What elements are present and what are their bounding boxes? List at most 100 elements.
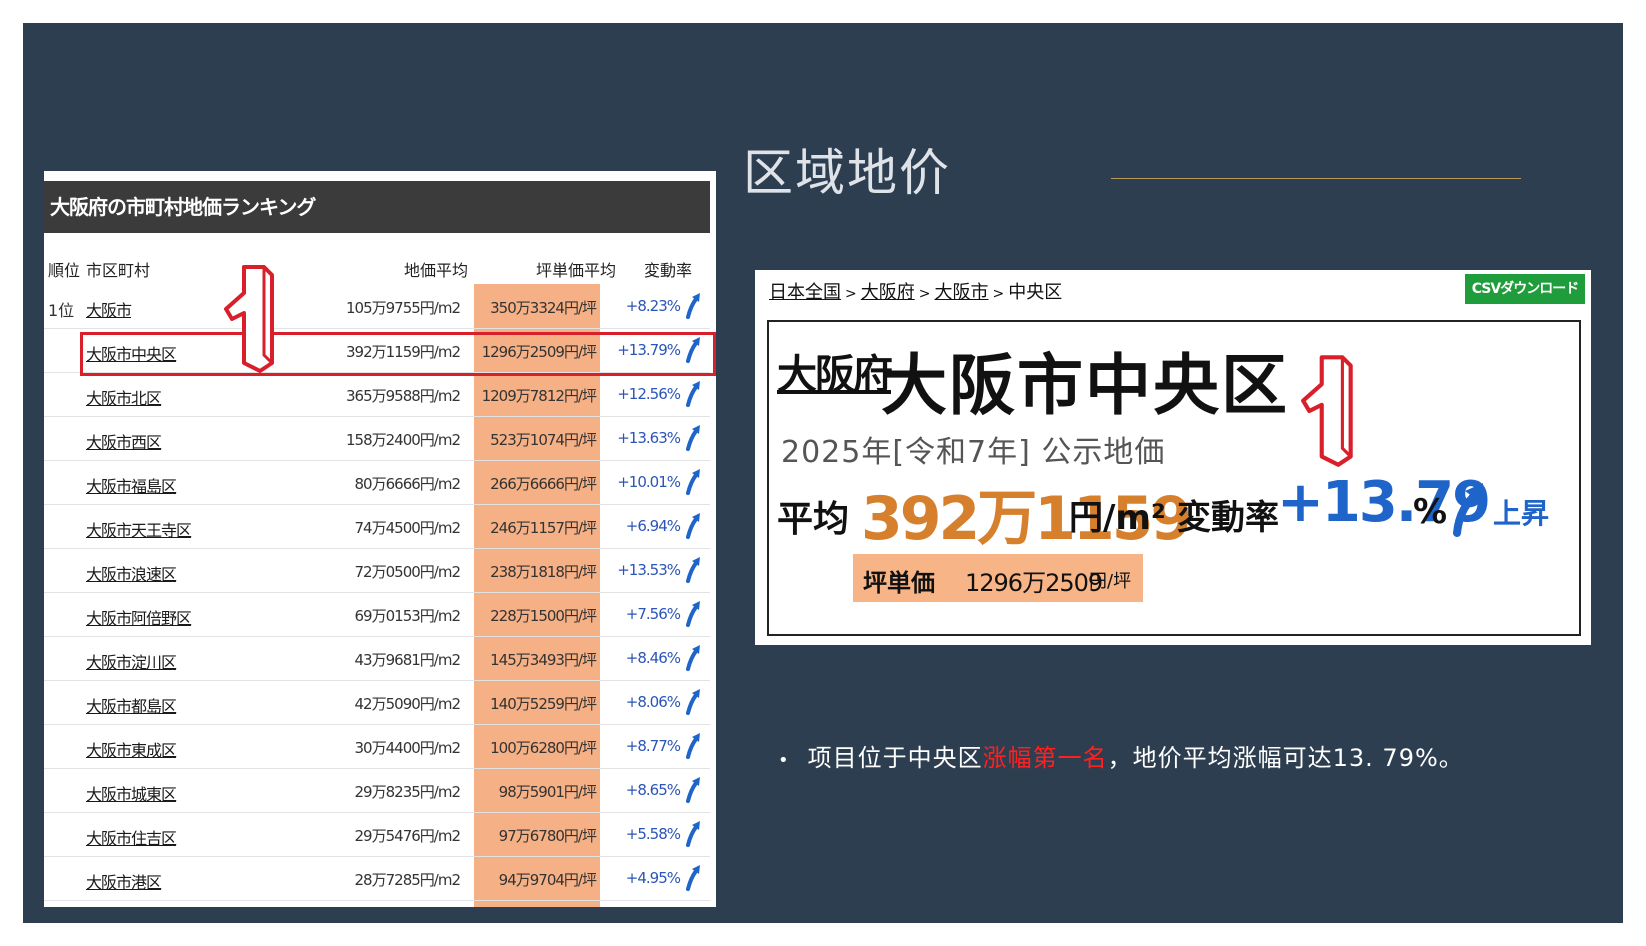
up-arrow-icon bbox=[686, 821, 700, 847]
breadcrumb-japan[interactable]: 日本全国 bbox=[769, 282, 841, 303]
rank-cell: 1位 bbox=[48, 301, 75, 320]
up-arrow-icon bbox=[686, 513, 700, 539]
big-number-one-icon bbox=[1301, 355, 1353, 467]
up-arrow-icon bbox=[686, 689, 700, 715]
table-row: 大阪市福島区 80万6666円/m2 266万6666円/坪 +10.01% bbox=[44, 461, 710, 505]
table-row: 大阪市浪速区 72万0500円/m2 238万1818円/坪 +13.53% bbox=[44, 549, 710, 593]
up-arrow-icon bbox=[686, 381, 700, 407]
change-rate-cell: +7.56% bbox=[625, 605, 681, 623]
column-municipality: 市区町村 bbox=[86, 261, 151, 280]
average-price-cell: 28万7285円/m2 bbox=[354, 871, 461, 889]
municipality-link[interactable]: 大阪市阿倍野区 bbox=[86, 605, 192, 629]
ward-title: 大阪市中央区 bbox=[881, 347, 1289, 424]
table-row: 大阪市淀川区 43万9681円/m2 145万3493円/坪 +8.46% bbox=[44, 637, 710, 681]
table-row: 大阪市阿倍野区 69万0153円/m2 228万1500円/坪 +7.56% bbox=[44, 593, 710, 637]
municipality-link[interactable]: 大阪市東成区 bbox=[86, 737, 177, 761]
tsubo-price-cell: 145万3493円/坪 bbox=[490, 651, 597, 669]
municipality-link[interactable]: 大阪市港区 bbox=[86, 869, 162, 893]
change-rate-cell: +6.94% bbox=[625, 517, 681, 535]
change-rate-cell: +8.46% bbox=[625, 649, 681, 667]
year-line: 2025年[令和7年] 公示地価 bbox=[781, 435, 1166, 470]
column-tsubo-price: 坪単価平均 bbox=[536, 261, 617, 280]
breadcrumb-osaka-city[interactable]: 大阪市 bbox=[934, 282, 988, 303]
breadcrumb-separator: > bbox=[845, 286, 857, 302]
bullet-point: • 项目位于中央区涨幅第一名，地价平均涨幅可达13. 79%。 bbox=[778, 738, 1464, 773]
change-rate-cell: +8.77% bbox=[625, 737, 681, 755]
municipality-link[interactable]: 大阪市浪速区 bbox=[86, 561, 177, 585]
tsubo-price-cell: 350万3324円/坪 bbox=[490, 299, 597, 317]
up-arrow-icon bbox=[686, 557, 700, 583]
column-rank: 順位 bbox=[48, 261, 81, 280]
tsubo-value: 1296万2509 bbox=[965, 569, 1103, 597]
municipality-link[interactable]: 大阪市都島区 bbox=[86, 693, 177, 717]
tsubo-price-cell: 97万6780円/坪 bbox=[498, 827, 597, 845]
up-arrow-icon bbox=[686, 469, 700, 495]
prefecture-link[interactable]: 大阪府 bbox=[777, 342, 893, 400]
rise-arrow-icon bbox=[1453, 483, 1483, 537]
bullet-emphasis: 涨幅第一名 bbox=[982, 744, 1108, 772]
change-rate-cell: +8.06% bbox=[625, 693, 681, 711]
change-rate-cell: +4.95% bbox=[625, 869, 681, 887]
table-row: 大阪市住吉区 29万5476円/m2 97万6780円/坪 +5.58% bbox=[44, 813, 710, 857]
slide-title: 区域地价 bbox=[743, 144, 951, 202]
municipality-link[interactable]: 大阪市北区 bbox=[86, 385, 162, 409]
municipality-link[interactable]: 大阪市福島区 bbox=[86, 473, 177, 497]
up-arrow-icon bbox=[686, 733, 700, 759]
tsubo-label: 坪単価 bbox=[863, 569, 935, 597]
change-rate-cell: +10.01% bbox=[617, 473, 681, 491]
change-rate-cell: +13.53% bbox=[617, 561, 681, 579]
tsubo-price-cell: 228万1500円/坪 bbox=[490, 607, 597, 625]
up-arrow-icon bbox=[686, 601, 700, 627]
breadcrumb-current: 中央区 bbox=[1008, 282, 1063, 303]
average-label: 平均 bbox=[777, 499, 850, 540]
table-row: 大阪市港区 28万7285円/m2 94万9704円/坪 +4.95% bbox=[44, 857, 710, 901]
average-price-cell: 158万2400円/m2 bbox=[345, 431, 461, 449]
change-rate-cell: +5.58% bbox=[625, 825, 681, 843]
bullet-suffix: ，地价平均涨幅可达13. 79%。 bbox=[1107, 744, 1464, 772]
average-unit: 円/m² bbox=[1069, 498, 1166, 538]
average-price-cell: 365万9588円/m2 bbox=[345, 387, 461, 405]
highlighted-row-box bbox=[80, 332, 716, 376]
average-price-cell: 105万9755円/m2 bbox=[345, 299, 461, 317]
average-price-cell: 72万0500円/m2 bbox=[354, 563, 461, 581]
average-price-cell: 42万5090円/m2 bbox=[354, 695, 461, 713]
change-rate-cell: +8.65% bbox=[625, 781, 681, 799]
big-number-one-icon bbox=[224, 265, 274, 373]
rise-label: 上昇 bbox=[1493, 497, 1550, 530]
table-row: 大阪市北区 365万9588円/m2 1209万7812円/坪 +12.56% bbox=[44, 373, 710, 417]
table-row: 大阪市城東区 29万8235円/m2 98万5901円/坪 +8.65% bbox=[44, 769, 710, 813]
table-row: 大阪市西区 158万2400円/m2 523万1074円/坪 +13.63% bbox=[44, 417, 710, 461]
average-price-cell: 43万9681円/m2 bbox=[354, 651, 461, 669]
municipality-link[interactable]: 大阪市住吉区 bbox=[86, 825, 177, 849]
tsubo-price-cell: 100万6280円/坪 bbox=[490, 739, 597, 757]
tsubo-price-cell: 94万9704円/坪 bbox=[498, 871, 597, 889]
average-price-cell: 29万8235円/m2 bbox=[354, 783, 461, 801]
municipality-link[interactable]: 大阪市 bbox=[86, 297, 132, 321]
change-rate-cell: +8.23% bbox=[625, 297, 681, 315]
ward-detail-card: 日本全国 > 大阪府 > 大阪市 > 中央区 CSVダウンロード 大阪府 大阪市中央区 20… bbox=[755, 270, 1591, 645]
tsubo-price-cell: 523万1074円/坪 bbox=[490, 431, 597, 449]
detail-box: 大阪府 大阪市中央区 2025年[令和7年] 公示地価 平均 392万1159 … bbox=[767, 320, 1581, 636]
municipality-link[interactable]: 大阪市西区 bbox=[86, 429, 162, 453]
up-arrow-icon bbox=[686, 645, 700, 671]
breadcrumb-osaka-prefecture[interactable]: 大阪府 bbox=[861, 282, 915, 303]
municipality-link[interactable]: 大阪市淀川区 bbox=[86, 649, 177, 673]
change-percent-sign: % bbox=[1413, 492, 1448, 532]
table-row: 1位 大阪市 105万9755円/m2 350万3324円/坪 +8.23% bbox=[44, 285, 710, 329]
tsubo-price-cell: 1209万7812円/坪 bbox=[481, 387, 597, 405]
municipality-link[interactable]: 大阪市城東区 bbox=[86, 781, 177, 805]
table-row: 大阪市天王寺区 74万4500円/m2 246万1157円/坪 +6.94% bbox=[44, 505, 710, 549]
municipality-link[interactable]: 大阪市天王寺区 bbox=[86, 517, 192, 541]
tsubo-price-cell: 238万1818円/坪 bbox=[490, 563, 597, 581]
up-arrow-icon bbox=[686, 865, 700, 891]
breadcrumb: 日本全国 > 大阪府 > 大阪市 > 中央区 bbox=[769, 278, 1062, 304]
title-rule-right bbox=[1111, 178, 1521, 179]
tsubo-price-box: 坪単価 1296万2509 円/坪 bbox=[853, 554, 1143, 602]
change-rate-cell: +12.56% bbox=[617, 385, 681, 403]
tsubo-price-cell: 246万1157円/坪 bbox=[490, 519, 597, 537]
bullet-dot: • bbox=[778, 750, 790, 771]
up-arrow-icon bbox=[686, 777, 700, 803]
csv-download-button[interactable]: CSVダウンロード bbox=[1465, 274, 1585, 304]
change-label: 変動率 bbox=[1177, 498, 1279, 538]
table-row: 大阪市都島区 42万5090円/m2 140万5259円/坪 +8.06% bbox=[44, 681, 710, 725]
